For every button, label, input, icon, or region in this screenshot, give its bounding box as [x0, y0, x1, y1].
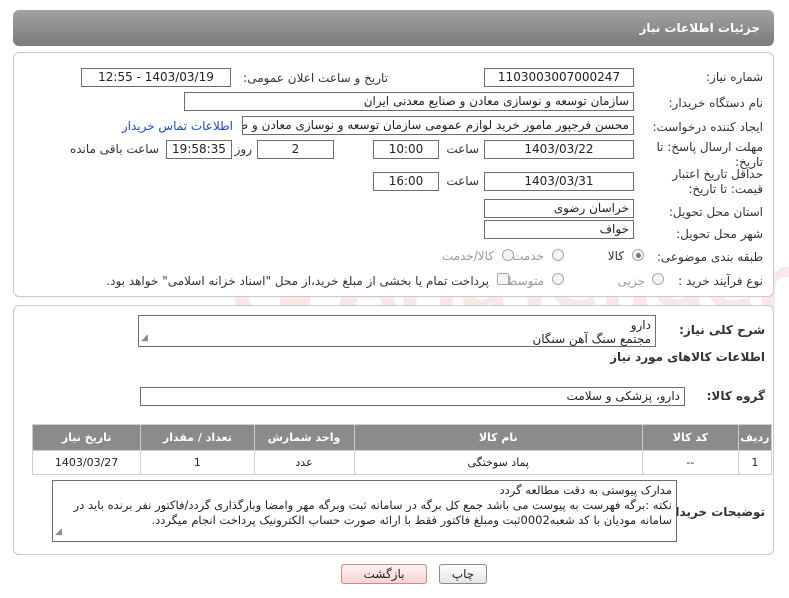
city-label: شهر محل تحویل:: [676, 227, 763, 241]
goods-table: ردیف کد کالا نام کالا واحد شمارش تعداد /…: [31, 424, 773, 475]
reply-days-field: 2: [257, 140, 334, 159]
cell-code: --: [642, 450, 739, 475]
col-date: تاریخ نیاز: [31, 424, 142, 451]
back-button[interactable]: بازگشت: [341, 564, 427, 584]
summary-textarea[interactable]: دارو مجتمع سنگ آهن سنگان ◢: [138, 315, 656, 347]
price-validity-label: حداقل تاریخ اعتبار قیمت: تا تاریخ:: [672, 167, 763, 196]
category-radio-service[interactable]: [552, 249, 564, 261]
purchase-option-medium: متوسط: [506, 274, 544, 288]
category-label: طبقه بندی موضوعی:: [656, 250, 763, 264]
buyer-org-field: سازمان توسعه و نوسازی معادن و صنایع معدن…: [184, 92, 634, 111]
treasury-note: پرداخت تمام یا بخشی از مبلغ خرید،از محل …: [106, 274, 489, 288]
print-button[interactable]: چاپ: [439, 564, 487, 584]
province-field: خراسان رضوی: [484, 199, 634, 218]
page-title: جزئیات اطلاعات نیاز: [639, 21, 760, 35]
col-unit: واحد شمارش: [253, 424, 355, 451]
price-validity-date: 1403/03/31: [484, 172, 634, 191]
goods-table-header: ردیف کد کالا نام کالا واحد شمارش تعداد /…: [31, 424, 773, 451]
reply-deadline-time-label: ساعت: [446, 142, 479, 156]
requester-label: ایجاد کننده درخواست:: [652, 120, 763, 134]
col-row: ردیف: [737, 424, 773, 451]
remaining-time-field: 19:58:35: [166, 140, 232, 159]
cell-date: 1403/03/27: [31, 450, 142, 475]
summary-label: شرح کلی نیاز:: [679, 323, 765, 337]
buyer-org-label: نام دستگاه خریدار:: [668, 96, 764, 110]
goods-info-title: اطلاعات کالاهای مورد نیاز: [610, 350, 765, 364]
buyer-notes-textarea[interactable]: مدارک پیوستی به دقت مطالعه گردد نکته :بر…: [52, 480, 677, 542]
buyer-notes-line-3: سامانه مودیان با کد شعبه0002ثبت ومبلغ فا…: [151, 513, 672, 527]
province-label: استان محل تحویل:: [668, 205, 763, 219]
reply-deadline-date: 1403/03/22: [484, 140, 634, 159]
need-number-label: شماره نیاز:: [706, 70, 763, 84]
treasury-checkbox[interactable]: [497, 273, 509, 285]
category-radio-goods-service[interactable]: [502, 249, 514, 261]
purchase-radio-medium[interactable]: [552, 273, 564, 285]
goods-group-field: دارو، پزشکی و سلامت: [140, 387, 685, 406]
category-radio-goods[interactable]: [632, 249, 644, 261]
summary-line-1: دارو: [630, 318, 651, 332]
table-row: 1 -- پماد سوختگی عدد 1 1403/03/27: [31, 450, 773, 475]
goods-group-label: گروه کالا:: [706, 389, 765, 403]
buyer-notes-label: توضیحات خریدار:: [663, 505, 765, 519]
buyer-notes-line-1: مدارک پیوستی به دقت مطالعه گردد: [499, 483, 672, 497]
summary-line-2: مجتمع سنگ آهن سنگان: [532, 332, 651, 346]
col-quantity: تعداد / مقدار: [140, 424, 255, 451]
col-code: کد کالا: [642, 424, 739, 451]
resize-handle-icon[interactable]: ◢: [55, 525, 62, 540]
cell-name: پماد سوختگی: [353, 450, 643, 475]
price-validity-time-label: ساعت: [446, 174, 479, 188]
category-option-goods: کالا: [607, 249, 624, 263]
resize-handle-icon[interactable]: ◢: [141, 331, 148, 345]
announce-datetime-field: 1403/03/19 - 12:55: [81, 68, 231, 87]
buyer-contact-link[interactable]: اطلاعات تماس خریدار: [122, 119, 233, 133]
cell-quantity: 1: [140, 450, 255, 475]
price-validity-time: 16:00: [373, 172, 439, 191]
category-option-goods-service: کالا/خدمت: [441, 249, 494, 263]
remaining-time-label: ساعت باقی مانده: [69, 142, 159, 156]
purchase-type-label: نوع فرآیند خرید :: [678, 274, 763, 288]
purchase-radio-minor[interactable]: [652, 273, 664, 285]
col-name: نام کالا: [353, 424, 643, 451]
need-number-field: 1103003007000247: [484, 68, 634, 87]
requester-field: محسن فرجپور مامور خرید لوازم عمومی سازما…: [242, 116, 634, 135]
reply-deadline-time: 10:00: [373, 140, 439, 159]
cell-unit: عدد: [253, 450, 355, 475]
cell-row: 1: [737, 450, 773, 475]
reply-deadline-label: مهلت ارسال پاسخ: تا تاریخ:: [656, 140, 763, 169]
page-title-bar: جزئیات اطلاعات نیاز: [13, 10, 774, 46]
city-field: خواف: [484, 220, 634, 239]
category-option-service: خدمت: [512, 249, 544, 263]
purchase-option-minor: جزیی: [617, 274, 645, 288]
announce-datetime-label: تاریخ و ساعت اعلان عمومی:: [243, 71, 388, 85]
buyer-notes-line-2: نکته :برگه فهرست به پیوست می باشد جمع کل…: [73, 498, 672, 512]
